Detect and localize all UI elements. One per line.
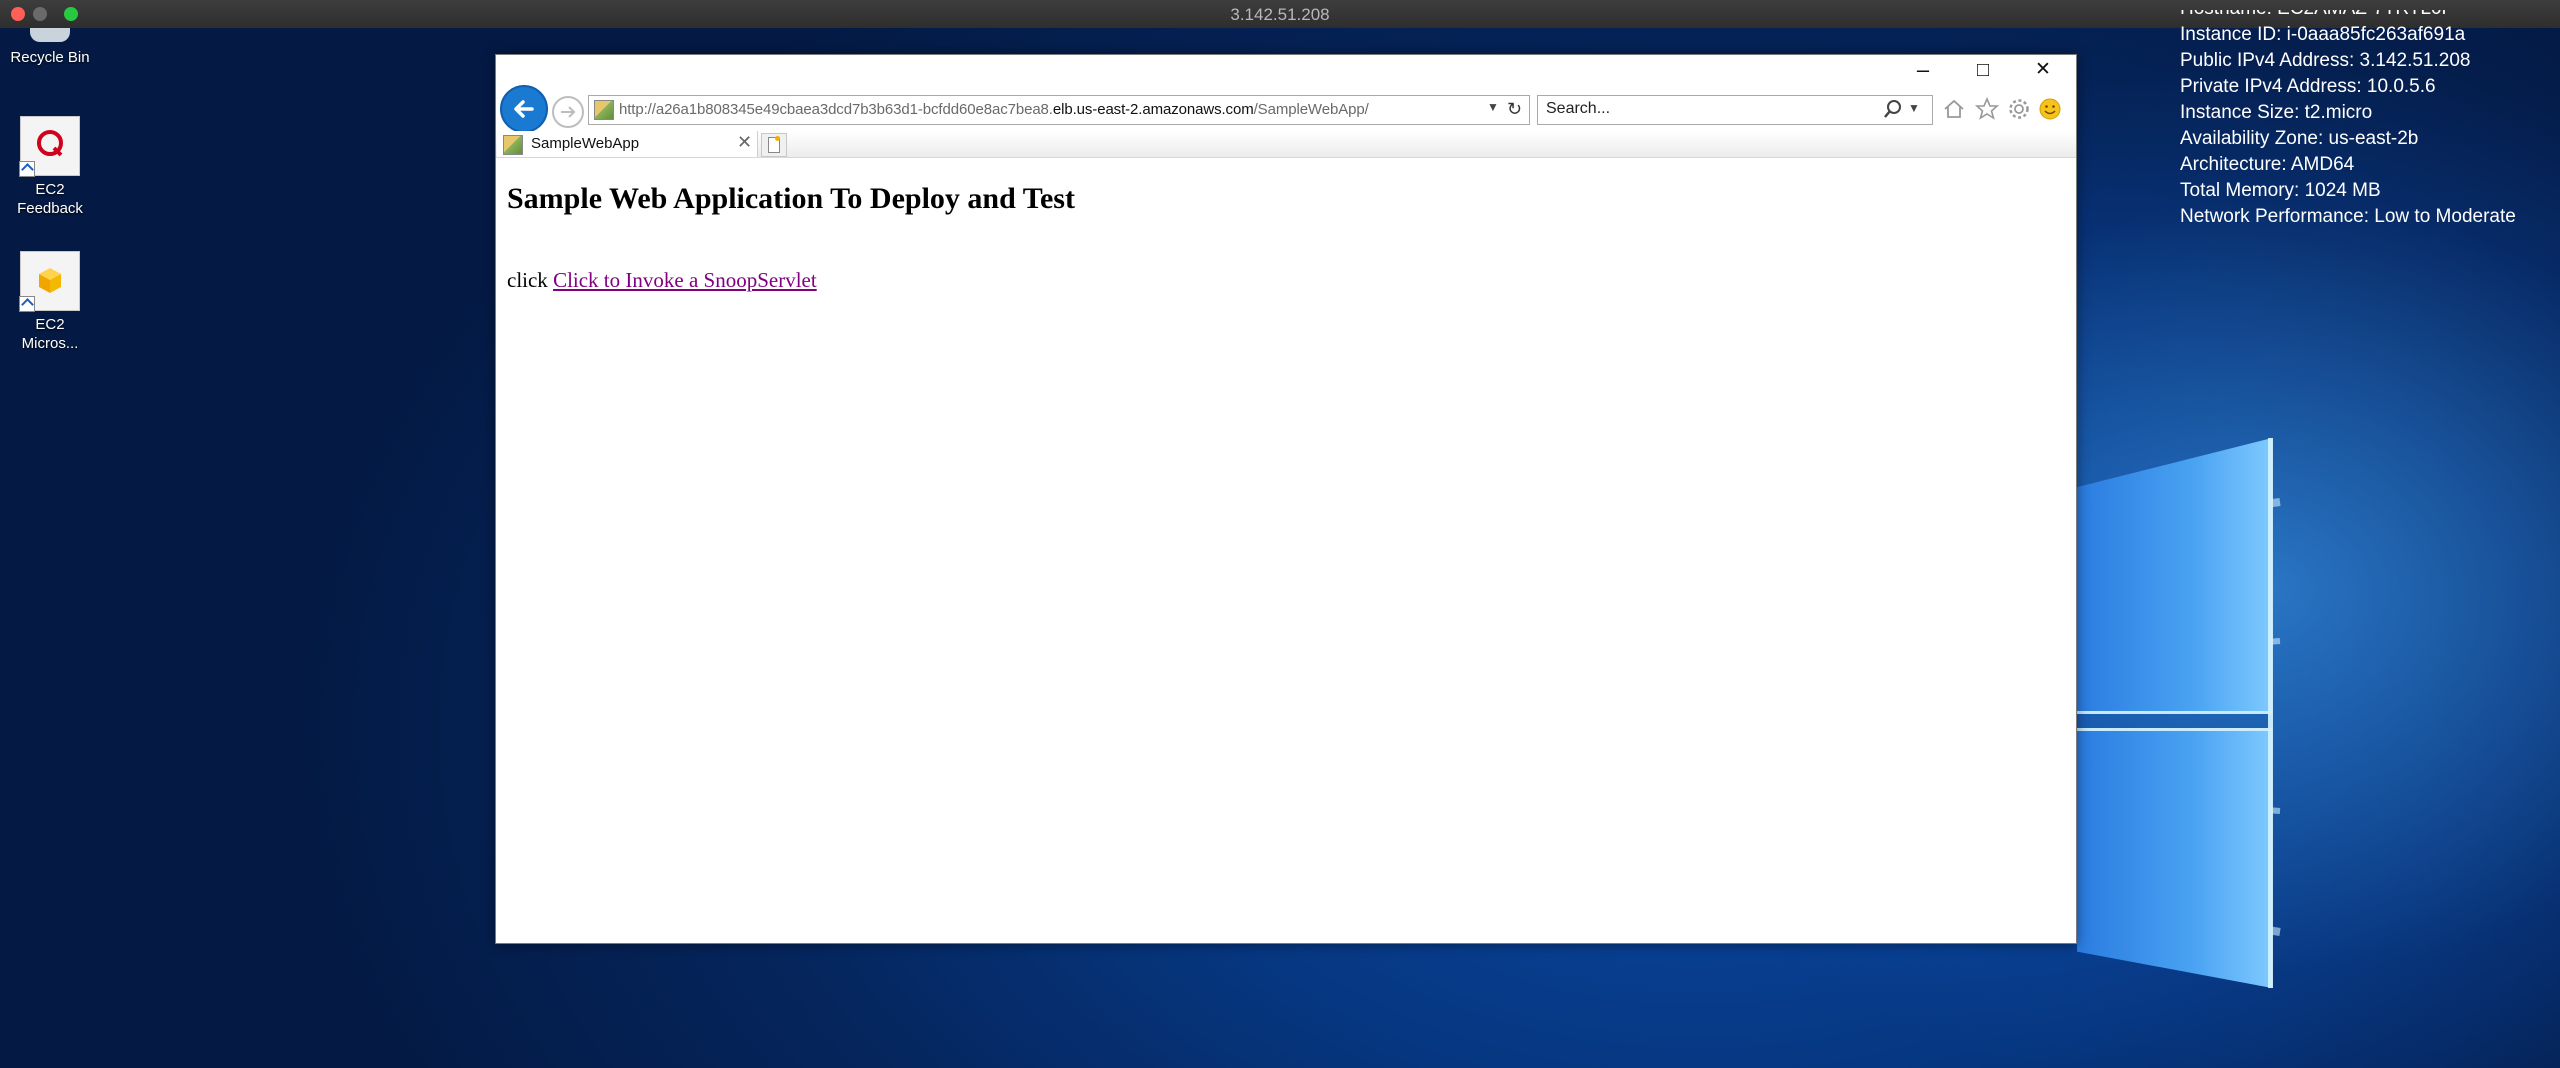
total-memory: Total Memory: 1024 MB: [2180, 180, 2381, 201]
feedback-smiley-icon[interactable]: [2037, 96, 2063, 122]
back-arrow-icon: [514, 100, 534, 118]
page-heading: Sample Web Application To Deploy and Tes…: [507, 182, 1075, 215]
forward-button[interactable]: [552, 96, 584, 128]
architecture: Architecture: AMD64: [2180, 154, 2355, 175]
public-ipv4: Public IPv4 Address: 3.142.51.208: [2180, 50, 2471, 71]
instance-info-overlay: Hostname: EC2AMAZ-7TRTL0F Instance ID: i…: [2180, 10, 2516, 230]
tab-label: SampleWebApp: [531, 135, 640, 152]
recycle-bin-icon: [30, 28, 70, 42]
desktop-icon-label: Micros...: [21, 335, 79, 352]
session-title: 3.142.51.208: [1230, 5, 1330, 24]
ec2-cube-icon: [19, 251, 80, 312]
availability-zone: Availability Zone: us-east-2b: [2180, 128, 2419, 149]
search-provider-dropdown-icon[interactable]: ▼: [1908, 101, 1920, 115]
desktop-icon-label: EC2: [35, 316, 65, 333]
instance-size: Instance Size: t2.micro: [2180, 102, 2373, 123]
feedback-app-icon: [19, 116, 80, 177]
search-box[interactable]: ▼: [1537, 95, 1933, 125]
tab-strip: SampleWebApp ✕: [496, 131, 2076, 158]
url-text: http://a26a1b808345e49cbaea3dcd7b3b63d1-…: [619, 101, 1369, 118]
navigation-bar: http://a26a1b808345e49cbaea3dcd7b3b63d1-…: [496, 83, 2076, 133]
settings-gear-icon[interactable]: [2006, 96, 2032, 122]
address-dropdown-icon[interactable]: ▼: [1487, 100, 1499, 114]
shortcut-arrow-icon: [19, 296, 35, 312]
back-button[interactable]: [500, 85, 548, 133]
instance-id: Instance ID: i-0aaa85fc263af691a: [2180, 24, 2466, 45]
web-page-content: Sample Web Application To Deploy and Tes…: [496, 158, 2076, 941]
remote-session-titlebar: 3.142.51.208: [0, 0, 2560, 29]
desktop-icon-recycle-bin[interactable]: Recycle Bin: [0, 28, 100, 67]
address-bar[interactable]: http://a26a1b808345e49cbaea3dcd7b3b63d1-…: [588, 95, 1530, 125]
desktop-icon-label: Feedback: [17, 200, 83, 217]
shortcut-arrow-icon: [19, 161, 35, 177]
forward-arrow-icon: [561, 106, 576, 118]
search-input[interactable]: [1544, 99, 1868, 119]
desktop-icon-label: Recycle Bin: [10, 49, 90, 66]
private-ipv4: Private IPv4 Address: 10.0.5.6: [2180, 76, 2436, 97]
search-icon[interactable]: [1882, 98, 1904, 120]
network-performance: Network Performance: Low to Moderate: [2180, 206, 2516, 227]
tab-favicon-icon: [503, 135, 523, 155]
click-prefix-text: click: [507, 268, 554, 292]
windows-logo-pane-bottom: [2077, 728, 2272, 988]
invoke-line: click Click to Invoke a SnoopServlet: [507, 268, 817, 293]
desktop-icon-ec2-feedback[interactable]: EC2 Feedback: [0, 116, 100, 218]
favorites-star-icon[interactable]: [1974, 96, 2000, 122]
new-tab-button[interactable]: [761, 133, 787, 157]
instance-hostname: Hostname: EC2AMAZ-7TRTL0F: [2180, 10, 2453, 19]
tab-close-icon[interactable]: ✕: [737, 132, 752, 153]
tab-samplewebapp[interactable]: SampleWebApp ✕: [497, 131, 758, 157]
home-icon[interactable]: [1941, 96, 1967, 122]
snoop-servlet-link[interactable]: Click to Invoke a SnoopServlet: [553, 268, 817, 292]
desktop-icon-ec2-microsoft[interactable]: EC2 Micros...: [0, 251, 100, 353]
page-favicon-icon: [594, 100, 614, 120]
desktop-icon-label: EC2: [35, 181, 65, 198]
refresh-icon[interactable]: ↻: [1507, 99, 1522, 120]
windows-logo-pane-top: [2077, 438, 2272, 711]
browser-window: – □ ✕ http://a26a1b808345e49cbaea3dcd7b3…: [495, 54, 2077, 944]
